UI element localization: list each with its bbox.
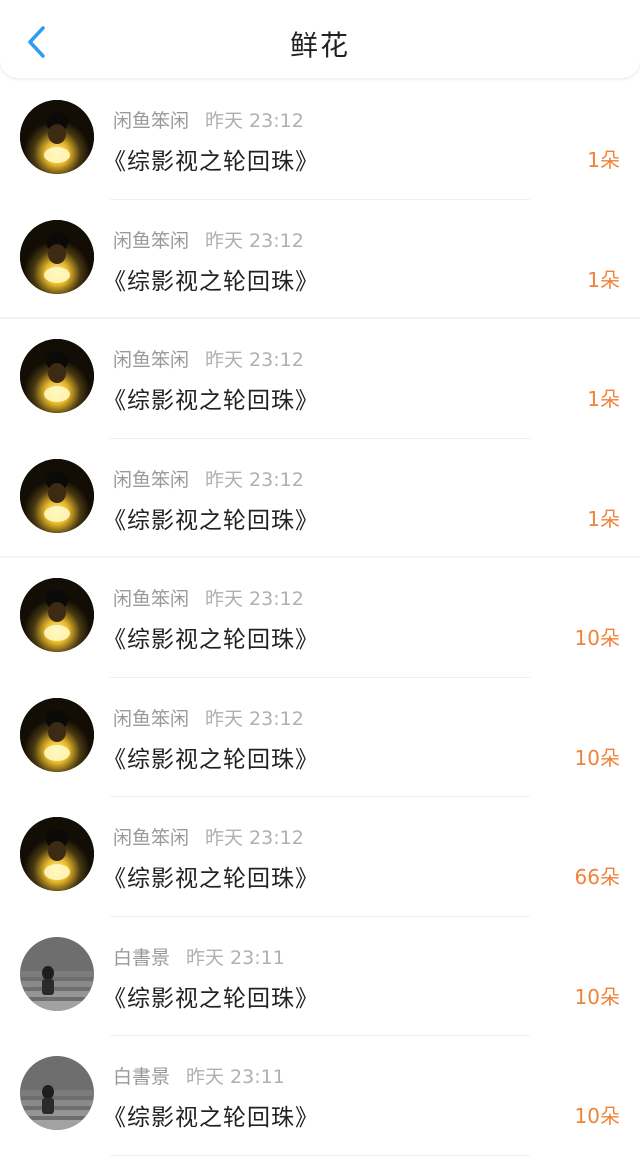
- username[interactable]: 白書景: [113, 947, 170, 969]
- username[interactable]: 闲鱼笨闲: [113, 230, 189, 252]
- username[interactable]: 闲鱼笨闲: [113, 469, 189, 491]
- flower-count: 1朵: [587, 506, 620, 531]
- username[interactable]: 闲鱼笨闲: [113, 708, 189, 730]
- book-title: 《综影视之轮回珠》: [103, 985, 319, 1012]
- avatar[interactable]: [20, 458, 94, 533]
- top-bar: 鲜花: [0, 0, 640, 78]
- avatar[interactable]: [20, 817, 94, 891]
- divider: [110, 1154, 530, 1156]
- book-title: 《综影视之轮回珠》: [103, 388, 319, 414]
- timestamp: 昨天 23:12: [205, 827, 304, 849]
- book-title: 《综影视之轮回珠》: [103, 746, 319, 773]
- flower-list: 闲鱼笨闲 昨天 23:12 《综影视之轮回珠》 1朵 闲鱼笨闲 昨天 23:12 《…: [0, 80, 640, 1156]
- timestamp: 昨天 23:11: [186, 1066, 285, 1088]
- book-title: 《综影视之轮回珠》: [103, 507, 319, 534]
- timestamp: 昨天 23:12: [205, 229, 304, 252]
- timestamp: 昨天 23:12: [205, 707, 304, 730]
- list-item[interactable]: 闲鱼笨闲 昨天 23:12 《综影视之轮回珠》 66朵: [0, 797, 640, 917]
- flower-count: 1朵: [587, 148, 620, 172]
- username[interactable]: 闲鱼笨闲: [113, 827, 189, 849]
- list-item[interactable]: 闲鱼笨闲 昨天 23:12 《综影视之轮回珠》 1朵: [0, 200, 640, 319]
- avatar[interactable]: [20, 219, 94, 294]
- avatar[interactable]: [20, 1056, 94, 1130]
- flower-count: 10朵: [574, 984, 620, 1009]
- username[interactable]: 闲鱼笨闲: [113, 110, 189, 132]
- timestamp: 昨天 23:12: [205, 588, 304, 610]
- flower-count: 10朵: [574, 745, 620, 770]
- avatar[interactable]: [20, 936, 94, 1011]
- flower-count: 10朵: [574, 626, 620, 650]
- list-item[interactable]: 白書景 昨天 23:11 《综影视之轮回珠》 10朵: [0, 1036, 640, 1156]
- book-title: 《综影视之轮回珠》: [103, 627, 319, 653]
- flower-count: 1朵: [587, 387, 620, 411]
- avatar[interactable]: [20, 578, 94, 652]
- timestamp: 昨天 23:12: [205, 349, 304, 371]
- flower-count: 1朵: [587, 267, 620, 292]
- avatar[interactable]: [20, 339, 94, 413]
- timestamp: 昨天 23:12: [205, 468, 304, 491]
- list-item[interactable]: 闲鱼笨闲 昨天 23:12 《综影视之轮回珠》 10朵: [0, 678, 640, 797]
- book-title: 《综影视之轮回珠》: [103, 268, 319, 295]
- username[interactable]: 闲鱼笨闲: [113, 349, 189, 371]
- list-item[interactable]: 闲鱼笨闲 昨天 23:12 《综影视之轮回珠》 1朵: [0, 439, 640, 558]
- username[interactable]: 白書景: [113, 1066, 170, 1088]
- list-item[interactable]: 闲鱼笨闲 昨天 23:12 《综影视之轮回珠》 1朵: [0, 319, 640, 439]
- flower-count: 10朵: [574, 1104, 620, 1128]
- list-item[interactable]: 白書景 昨天 23:11 《综影视之轮回珠》 10朵: [0, 917, 640, 1036]
- username[interactable]: 闲鱼笨闲: [113, 588, 189, 610]
- timestamp: 昨天 23:12: [205, 110, 304, 132]
- list-item[interactable]: 闲鱼笨闲 昨天 23:12 《综影视之轮回珠》 1朵: [0, 80, 640, 200]
- avatar[interactable]: [20, 697, 94, 772]
- book-title: 《综影视之轮回珠》: [103, 1105, 319, 1131]
- list-item[interactable]: 闲鱼笨闲 昨天 23:12 《综影视之轮回珠》 10朵: [0, 558, 640, 678]
- book-title: 《综影视之轮回珠》: [103, 866, 319, 892]
- book-title: 《综影视之轮回珠》: [103, 149, 319, 175]
- timestamp: 昨天 23:11: [186, 946, 285, 969]
- flower-count: 66朵: [574, 865, 620, 889]
- avatar[interactable]: [20, 100, 94, 174]
- page-title: 鲜花: [289, 29, 350, 62]
